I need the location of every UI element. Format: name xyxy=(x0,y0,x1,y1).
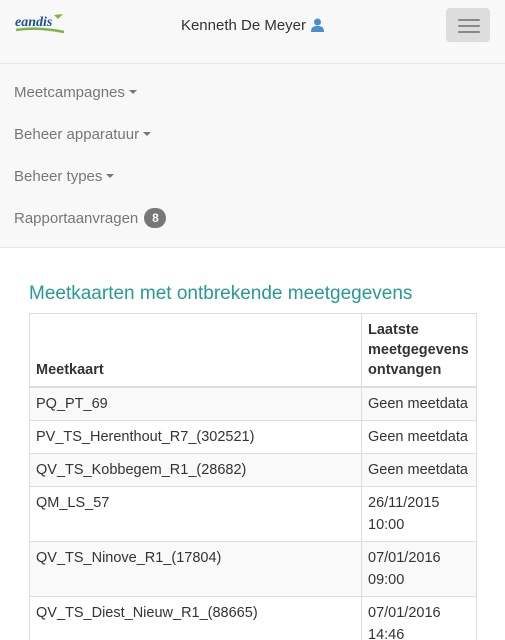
table-row: PV_TS_Herenthout_R7_(302521) Geen meetda… xyxy=(29,420,477,454)
cell-meetkaart: PV_TS_Herenthout_R7_(302521) xyxy=(29,420,362,454)
hamburger-icon-bar xyxy=(458,25,480,27)
table-row: QV_TS_Ninove_R1_(17804) 07/01/2016 09:00 xyxy=(29,541,477,597)
table-row: QM_LS_57 26/11/2015 10:00 xyxy=(29,486,477,542)
caret-down-icon xyxy=(143,132,152,136)
nav-menu: Meetcampagnes Beheer apparatuur Beheer t… xyxy=(0,64,505,248)
cell-laatste: Geen meetdata xyxy=(361,453,477,487)
column-header-laatste: Laatste meetgegevens ontvangen xyxy=(361,313,477,388)
table-row: QV_TS_Diest_Nieuw_R1_(88665) 07/01/2016 … xyxy=(29,596,477,640)
table-row: PQ_PT_69 Geen meetdata xyxy=(29,386,477,421)
hamburger-icon xyxy=(458,19,480,21)
menu-item-meetcampagnes[interactable]: Meetcampagnes xyxy=(0,72,505,114)
cell-laatste: 26/11/2015 10:00 xyxy=(361,486,477,542)
cell-meetkaart: QV_TS_Diest_Nieuw_R1_(88665) xyxy=(29,596,362,640)
page-title: Meetkaarten met ontbrekende meetgegevens xyxy=(29,283,413,304)
user-name: Kenneth De Meyer xyxy=(180,17,307,34)
menu-item-label: Beheer apparatuur xyxy=(14,126,140,143)
cell-meetkaart: QV_TS_Kobbegem_R1_(28682) xyxy=(29,453,362,487)
table-header-row: Meetkaart Laatste meetgegevens ontvangen xyxy=(29,313,477,388)
navbar: eandis Kenneth De Meyer xyxy=(0,0,505,64)
table-row: QV_TS_Kobbegem_R1_(28682) Geen meetdata xyxy=(29,453,477,487)
menu-item-label: Meetcampagnes xyxy=(14,84,125,101)
cell-meetkaart: QM_LS_57 xyxy=(29,486,362,542)
main-content: Meetkaarten met ontbrekende meetgegevens… xyxy=(0,283,505,640)
user-menu[interactable]: Kenneth De Meyer xyxy=(0,17,505,36)
count-badge: 8 xyxy=(144,208,167,228)
menu-item-beheer-apparatuur[interactable]: Beheer apparatuur xyxy=(0,114,505,156)
caret-down-icon xyxy=(128,90,137,94)
cell-laatste: Geen meetdata xyxy=(361,386,477,421)
meetkaarten-table: Meetkaart Laatste meetgegevens ontvangen… xyxy=(29,313,477,640)
hamburger-icon-bar xyxy=(458,31,480,33)
cell-laatste: Geen meetdata xyxy=(361,420,477,454)
menu-item-rapportaanvragen[interactable]: Rapportaanvragen 8 xyxy=(0,198,505,240)
menu-item-label: Rapportaanvragen xyxy=(14,210,139,227)
user-icon xyxy=(311,18,325,36)
cell-meetkaart: QV_TS_Ninove_R1_(17804) xyxy=(29,541,362,597)
cell-laatste: 07/01/2016 14:46 xyxy=(361,596,477,640)
cell-laatste: 07/01/2016 09:00 xyxy=(361,541,477,597)
menu-item-label: Beheer types xyxy=(14,168,103,185)
hamburger-menu-button[interactable] xyxy=(446,8,490,42)
column-header-meetkaart: Meetkaart xyxy=(29,313,362,388)
caret-down-icon xyxy=(106,174,115,178)
menu-item-beheer-types[interactable]: Beheer types xyxy=(0,156,505,198)
cell-meetkaart: PQ_PT_69 xyxy=(29,386,362,421)
